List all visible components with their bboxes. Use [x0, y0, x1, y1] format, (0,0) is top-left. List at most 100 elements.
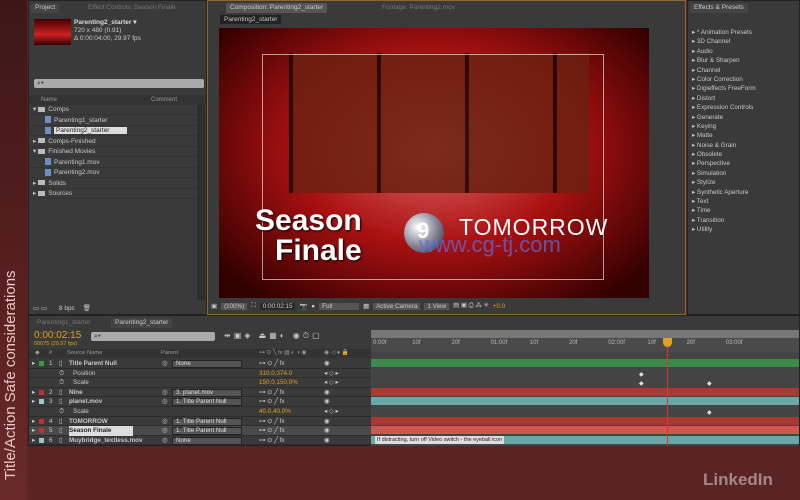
- stopwatch-icon[interactable]: ⏱: [59, 369, 64, 379]
- effects-category[interactable]: ▸ Expression Controls: [688, 103, 799, 112]
- layer-duration-bar[interactable]: [371, 359, 799, 367]
- pickwhip-icon[interactable]: ◎: [162, 359, 168, 369]
- label-color-swatch[interactable]: [39, 428, 44, 434]
- expand-triangle-icon[interactable]: ▸: [32, 397, 35, 407]
- effects-category[interactable]: ▸ Color Correction: [688, 75, 799, 84]
- layer-duration-bar[interactable]: [371, 387, 799, 396]
- camera-dropdown[interactable]: Active Camera: [373, 302, 421, 310]
- project-item[interactable]: Parenting1_starter: [29, 116, 198, 126]
- pickwhip-icon[interactable]: ◎: [162, 426, 168, 436]
- eyeball-icon[interactable]: ◉: [324, 359, 330, 369]
- project-item[interactable]: ▸ Sources: [29, 189, 198, 199]
- resolution-dropdown[interactable]: Full: [319, 302, 360, 310]
- effects-category[interactable]: ▸ * Animation Presets: [688, 28, 799, 37]
- col-parent[interactable]: Parent: [161, 349, 178, 358]
- layer-switches[interactable]: ⊶ ⊙ ╱ fx: [259, 417, 285, 427]
- new-folder-icon[interactable]: ▭ ▭: [33, 305, 47, 312]
- layer-switches[interactable]: ⊶ ⊙ ╱ fx: [259, 359, 285, 369]
- pickwhip-icon[interactable]: ◎: [162, 388, 168, 398]
- effects-category[interactable]: ▸ Perspective: [688, 159, 799, 168]
- effects-category[interactable]: ▸ Simulation: [688, 169, 799, 178]
- layer-duration-bar[interactable]: [371, 416, 799, 425]
- channel-icon[interactable]: ●: [311, 303, 315, 310]
- label-color-swatch[interactable]: [39, 361, 44, 366]
- layer-name[interactable]: planet.mov: [69, 397, 102, 407]
- triangle-closed-icon[interactable]: ▸: [33, 190, 36, 197]
- layer-switches[interactable]: ⊶ ⊙ ╱ fx: [259, 397, 285, 407]
- tab-parenting1[interactable]: Parenting1_starter: [33, 318, 94, 328]
- effects-category[interactable]: ▸ Text: [688, 197, 799, 206]
- layer-name[interactable]: Muybridge_textless.mov: [69, 436, 143, 446]
- parent-dropdown[interactable]: None: [172, 360, 242, 368]
- exposure-value[interactable]: +0.0: [493, 303, 505, 310]
- property-value[interactable]: 40.0,40.0%: [259, 407, 291, 417]
- expand-triangle-icon[interactable]: ▸: [32, 417, 35, 427]
- expand-triangle-icon[interactable]: ▸: [32, 426, 35, 436]
- layer-row[interactable]: ▸ 4 ▯ TOMORROW ◎ 1. Title Parent Null ⊶ ⊙ ╱ fx…: [29, 417, 371, 427]
- project-item[interactable]: ▸ Solids: [29, 179, 198, 189]
- effects-category[interactable]: ▸ Keying: [688, 122, 799, 131]
- label-color-swatch[interactable]: [39, 418, 44, 424]
- playhead-handle[interactable]: [663, 338, 672, 347]
- eyeball-icon[interactable]: ◉: [324, 397, 330, 407]
- tab-composition[interactable]: Composition: Parenting2_starter: [226, 3, 328, 13]
- layer-name[interactable]: Title Parent Null: [69, 359, 117, 369]
- effects-category[interactable]: ▸ Stylize: [688, 178, 799, 187]
- effects-category[interactable]: ▸ Matte: [688, 131, 799, 140]
- marker-comment[interactable]: If distracting, turn off Video switch - …: [375, 435, 505, 444]
- timeline-search-input[interactable]: ⌕▾: [91, 332, 215, 341]
- effects-category[interactable]: ▸ Utility: [688, 225, 799, 234]
- layer-duration-bar[interactable]: [371, 426, 799, 435]
- eyeball-icon[interactable]: ◉: [324, 417, 330, 427]
- keyframe-nav-icon[interactable]: ◂ ◇ ▸: [324, 369, 339, 379]
- layer-duration-bar[interactable]: [371, 397, 799, 406]
- tab-effect-controls[interactable]: Effect Controls: Season Finale: [84, 3, 180, 13]
- effects-category[interactable]: ▸ Obsolete: [688, 150, 799, 159]
- layer-name[interactable]: Nine: [69, 388, 83, 398]
- layer-row[interactable]: ▸ 5 ▯ Season Finale ◎ 1. Title Parent Null ⊶ ⊙…: [29, 426, 371, 436]
- pickwhip-icon[interactable]: ◎: [162, 436, 168, 446]
- tab-project[interactable]: Project: [31, 3, 60, 13]
- views-dropdown[interactable]: 1 View: [424, 302, 450, 310]
- stopwatch-icon[interactable]: ⏱: [59, 378, 64, 388]
- property-row[interactable]: ⏱ Scale 150.0,150.0% ◂ ◇ ▸: [29, 378, 371, 388]
- keyframe-nav-icon[interactable]: ◂ ◇ ▸: [324, 407, 339, 417]
- property-value[interactable]: 150.0,150.0%: [259, 378, 298, 388]
- comp-breadcrumb[interactable]: Parenting2_starter: [220, 15, 282, 24]
- label-color-swatch[interactable]: [39, 437, 44, 443]
- project-item[interactable]: ▾ Finished Movies: [29, 147, 198, 157]
- time-ruler[interactable]: 0:00f 10f 20f 01:00f 10f 20f 02:00f 10f 20f 03:00…: [371, 338, 799, 352]
- tab-footage[interactable]: Footage: Parenting2.mov: [378, 3, 459, 13]
- playhead[interactable]: [663, 338, 672, 446]
- tab-parenting2[interactable]: Parenting2_starter: [111, 318, 173, 328]
- project-item[interactable]: Parenting1.mov: [29, 158, 198, 168]
- project-item[interactable]: ▸ Comps-Finished: [29, 137, 198, 147]
- triangle-closed-icon[interactable]: ▸: [33, 180, 36, 187]
- pickwhip-icon[interactable]: ◎: [162, 397, 168, 407]
- work-area-bar[interactable]: [371, 330, 799, 338]
- project-item[interactable]: Parenting2_starter: [29, 126, 198, 136]
- timeline-tracks[interactable]: 0:00f 10f 20f 01:00f 10f 20f 02:00f 10f 20f 03:00…: [371, 330, 799, 446]
- col-comment[interactable]: Comment: [151, 95, 177, 105]
- eyeball-icon[interactable]: ◉: [324, 436, 330, 446]
- comp-viewer[interactable]: Season Finale 9 TOMORROW www.cg-tj.com: [219, 28, 649, 298]
- layer-row[interactable]: ▸ 1 ▯ Title Parent Null ◎ None ⊶ ⊙ ╱ fx ◉: [29, 359, 371, 369]
- effects-category[interactable]: ▸ Blur & Sharpen: [688, 56, 799, 65]
- expand-triangle-icon[interactable]: ▸: [32, 436, 35, 446]
- effects-category[interactable]: ▸ Transition: [688, 216, 799, 225]
- eyeball-icon[interactable]: ◉: [324, 426, 330, 436]
- keyframe-nav-icon[interactable]: ◂ ◇ ▸: [324, 378, 339, 388]
- triangle-open-icon[interactable]: ▾: [33, 106, 36, 113]
- grid-icon[interactable]: ▣: [211, 303, 217, 310]
- layer-name[interactable]: TOMORROW: [69, 417, 108, 427]
- effects-category[interactable]: ▸ Audio: [688, 47, 799, 56]
- project-item[interactable]: Parenting2.mov: [29, 168, 198, 178]
- parent-dropdown[interactable]: None: [172, 436, 242, 445]
- label-color-swatch[interactable]: [39, 389, 44, 395]
- pickwhip-icon[interactable]: ◎: [162, 417, 168, 427]
- property-row[interactable]: ⏱ Scale 40.0,40.0% ◂ ◇ ▸: [29, 407, 371, 417]
- effects-category[interactable]: ▸ 3D Channel: [688, 37, 799, 46]
- property-value[interactable]: 310.0,374.0: [259, 369, 292, 379]
- timeline-switches-icons[interactable]: ⇹▣◈ ⏏▦◐ ◉⏱▢: [224, 331, 323, 341]
- effects-category[interactable]: ▸ Distort: [688, 94, 799, 103]
